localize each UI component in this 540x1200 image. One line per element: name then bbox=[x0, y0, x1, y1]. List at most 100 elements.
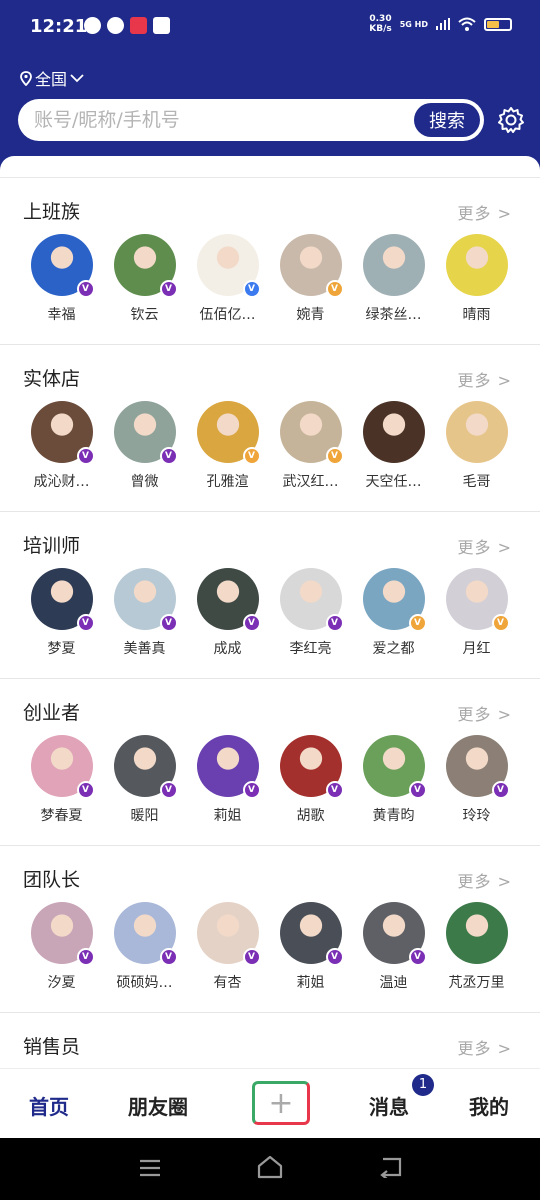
member-item[interactable]: V 成沁财… bbox=[20, 401, 103, 491]
member-item[interactable]: 晴雨 bbox=[435, 234, 518, 324]
chat-icon bbox=[84, 17, 101, 34]
more-link[interactable]: 更多 > bbox=[458, 367, 513, 391]
search-bar: 搜索 bbox=[18, 99, 484, 141]
verified-badge-icon: V bbox=[159, 781, 178, 799]
verified-badge-icon: V bbox=[325, 280, 344, 298]
member-section: 团队长 更多 > V 汐夏 V 硕硕妈… V 有杏 V 莉姐 V 温迪 芃丞万里 bbox=[0, 846, 540, 1013]
main-content: 上班族 更多 > V 幸福 V 钦云 V 伍佰亿… V 婉青 绿茶丝… 晴雨 实体店 更多 > V 成沁财… V… bbox=[0, 156, 540, 1068]
avatar: V bbox=[279, 902, 344, 966]
member-item[interactable]: 毛哥 bbox=[435, 401, 518, 491]
location-pin-icon bbox=[20, 70, 32, 86]
nav-me[interactable]: 我的 bbox=[469, 1091, 509, 1120]
member-item[interactable]: V 李红亮 bbox=[269, 568, 352, 658]
status-bar: 12:21 0.30 KB/s 5G HD bbox=[0, 0, 540, 56]
status-indicators: 0.30 KB/s 5G HD bbox=[369, 14, 512, 34]
member-item[interactable]: V 梦夏 bbox=[20, 568, 103, 658]
member-item[interactable]: V 胡歌 bbox=[269, 735, 352, 825]
avatar: V bbox=[113, 735, 178, 799]
member-item[interactable]: V 婉青 bbox=[269, 234, 352, 324]
member-item[interactable]: V 钦云 bbox=[103, 234, 186, 324]
nav-home[interactable]: 首页 bbox=[29, 1091, 69, 1120]
member-item[interactable]: V 莉姐 bbox=[269, 902, 352, 992]
member-row: V 幸福 V 钦云 V 伍佰亿… V 婉青 绿茶丝… 晴雨 bbox=[20, 234, 518, 324]
member-name: 绿茶丝… bbox=[365, 307, 422, 323]
avatar bbox=[445, 234, 508, 296]
member-item[interactable]: V 美善真 bbox=[103, 568, 186, 658]
avatar: V bbox=[30, 401, 95, 465]
member-row: V 成沁财… V 曾微 V 孔雅渲 V 武汉红… 天空任… 毛哥 bbox=[20, 401, 518, 491]
avatar: V bbox=[362, 735, 427, 799]
member-row: V 汐夏 V 硕硕妈… V 有杏 V 莉姐 V 温迪 芃丞万里 bbox=[20, 902, 518, 992]
member-name: 幸福 bbox=[47, 307, 76, 323]
verified-badge-icon: V bbox=[159, 614, 178, 632]
avatar: V bbox=[279, 568, 344, 632]
member-name: 伍佰亿… bbox=[199, 307, 256, 323]
member-name: 莉姐 bbox=[296, 975, 325, 991]
section-list: 上班族 更多 > V 幸福 V 钦云 V 伍佰亿… V 婉青 绿茶丝… 晴雨 实体店 更多 > V 成沁财… V… bbox=[0, 178, 540, 1068]
verified-badge-icon: V bbox=[76, 781, 95, 799]
system-navigation-bar bbox=[0, 1138, 540, 1200]
member-item[interactable]: V 汐夏 bbox=[20, 902, 103, 992]
verified-badge-icon: V bbox=[242, 948, 261, 966]
member-item[interactable]: V 曾微 bbox=[103, 401, 186, 491]
gear-icon[interactable] bbox=[496, 105, 526, 135]
member-item[interactable]: V 莉姐 bbox=[186, 735, 269, 825]
member-item[interactable]: V 孔雅渲 bbox=[186, 401, 269, 491]
verified-badge-icon: V bbox=[408, 781, 427, 799]
more-link[interactable]: 更多 > bbox=[458, 1035, 513, 1059]
member-item[interactable]: V 成成 bbox=[186, 568, 269, 658]
nav-messages[interactable]: 消息 bbox=[369, 1091, 409, 1120]
member-item[interactable]: 天空任… bbox=[352, 401, 435, 491]
verified-badge-icon: V bbox=[408, 948, 427, 966]
member-section: 销售员 更多 > bbox=[0, 1013, 540, 1068]
message-count-badge: 1 bbox=[412, 1074, 434, 1096]
wifi-icon bbox=[458, 17, 476, 31]
member-item[interactable]: V 温迪 bbox=[352, 902, 435, 992]
member-item[interactable]: V 梦春夏 bbox=[20, 735, 103, 825]
member-section: 上班族 更多 > V 幸福 V 钦云 V 伍佰亿… V 婉青 绿茶丝… 晴雨 bbox=[0, 178, 540, 345]
more-link[interactable]: 更多 > bbox=[458, 534, 513, 558]
member-item[interactable]: V 武汉红… bbox=[269, 401, 352, 491]
member-name: 爱之都 bbox=[372, 641, 415, 657]
member-item[interactable]: V 暖阳 bbox=[103, 735, 186, 825]
avatar: V bbox=[196, 902, 261, 966]
member-row: V 梦夏 V 美善真 V 成成 V 李红亮 V 爱之都 V 月红 bbox=[20, 568, 518, 658]
member-name: 孔雅渲 bbox=[206, 474, 249, 490]
member-item[interactable]: V 伍佰亿… bbox=[186, 234, 269, 324]
member-item[interactable]: V 黄青昀 bbox=[352, 735, 435, 825]
member-item[interactable]: V 硕硕妈… bbox=[103, 902, 186, 992]
more-link[interactable]: 更多 > bbox=[458, 868, 513, 892]
avatar: V bbox=[113, 401, 178, 465]
verified-badge-icon: V bbox=[325, 447, 344, 465]
avatar: V bbox=[362, 568, 427, 632]
nav-add-button[interactable]: + bbox=[252, 1081, 310, 1125]
back-icon[interactable] bbox=[378, 1156, 404, 1178]
avatar: V bbox=[279, 401, 344, 465]
plus-icon: + bbox=[268, 1086, 294, 1121]
avatar bbox=[445, 902, 508, 964]
search-button[interactable]: 搜索 bbox=[414, 103, 480, 137]
nav-moments[interactable]: 朋友圈 bbox=[128, 1091, 188, 1120]
member-item[interactable]: V 玲玲 bbox=[435, 735, 518, 825]
more-link[interactable]: 更多 > bbox=[458, 701, 513, 725]
more-link[interactable]: 更多 > bbox=[458, 200, 513, 224]
member-item[interactable]: 绿茶丝… bbox=[352, 234, 435, 324]
member-name: 晴雨 bbox=[462, 307, 491, 323]
bottom-navigation: 首页 朋友圈 + 消息 1 我的 bbox=[0, 1068, 540, 1138]
app-badge-icon bbox=[130, 17, 147, 34]
menu-icon[interactable] bbox=[138, 1158, 162, 1178]
home-icon[interactable] bbox=[256, 1154, 284, 1180]
member-item[interactable]: V 有杏 bbox=[186, 902, 269, 992]
member-item[interactable]: V 月红 bbox=[435, 568, 518, 658]
verified-badge-icon: V bbox=[491, 781, 510, 799]
member-name: 月红 bbox=[462, 641, 491, 657]
verified-badge-icon: V bbox=[325, 781, 344, 799]
search-input[interactable] bbox=[34, 99, 404, 141]
verified-badge-icon: V bbox=[159, 948, 178, 966]
member-item[interactable]: 芃丞万里 bbox=[435, 902, 518, 992]
member-item[interactable]: V 幸福 bbox=[20, 234, 103, 324]
verified-badge-icon: V bbox=[242, 614, 261, 632]
location-selector[interactable]: 全国 bbox=[20, 66, 84, 90]
member-item[interactable]: V 爱之都 bbox=[352, 568, 435, 658]
status-time: 12:21 bbox=[30, 16, 88, 37]
